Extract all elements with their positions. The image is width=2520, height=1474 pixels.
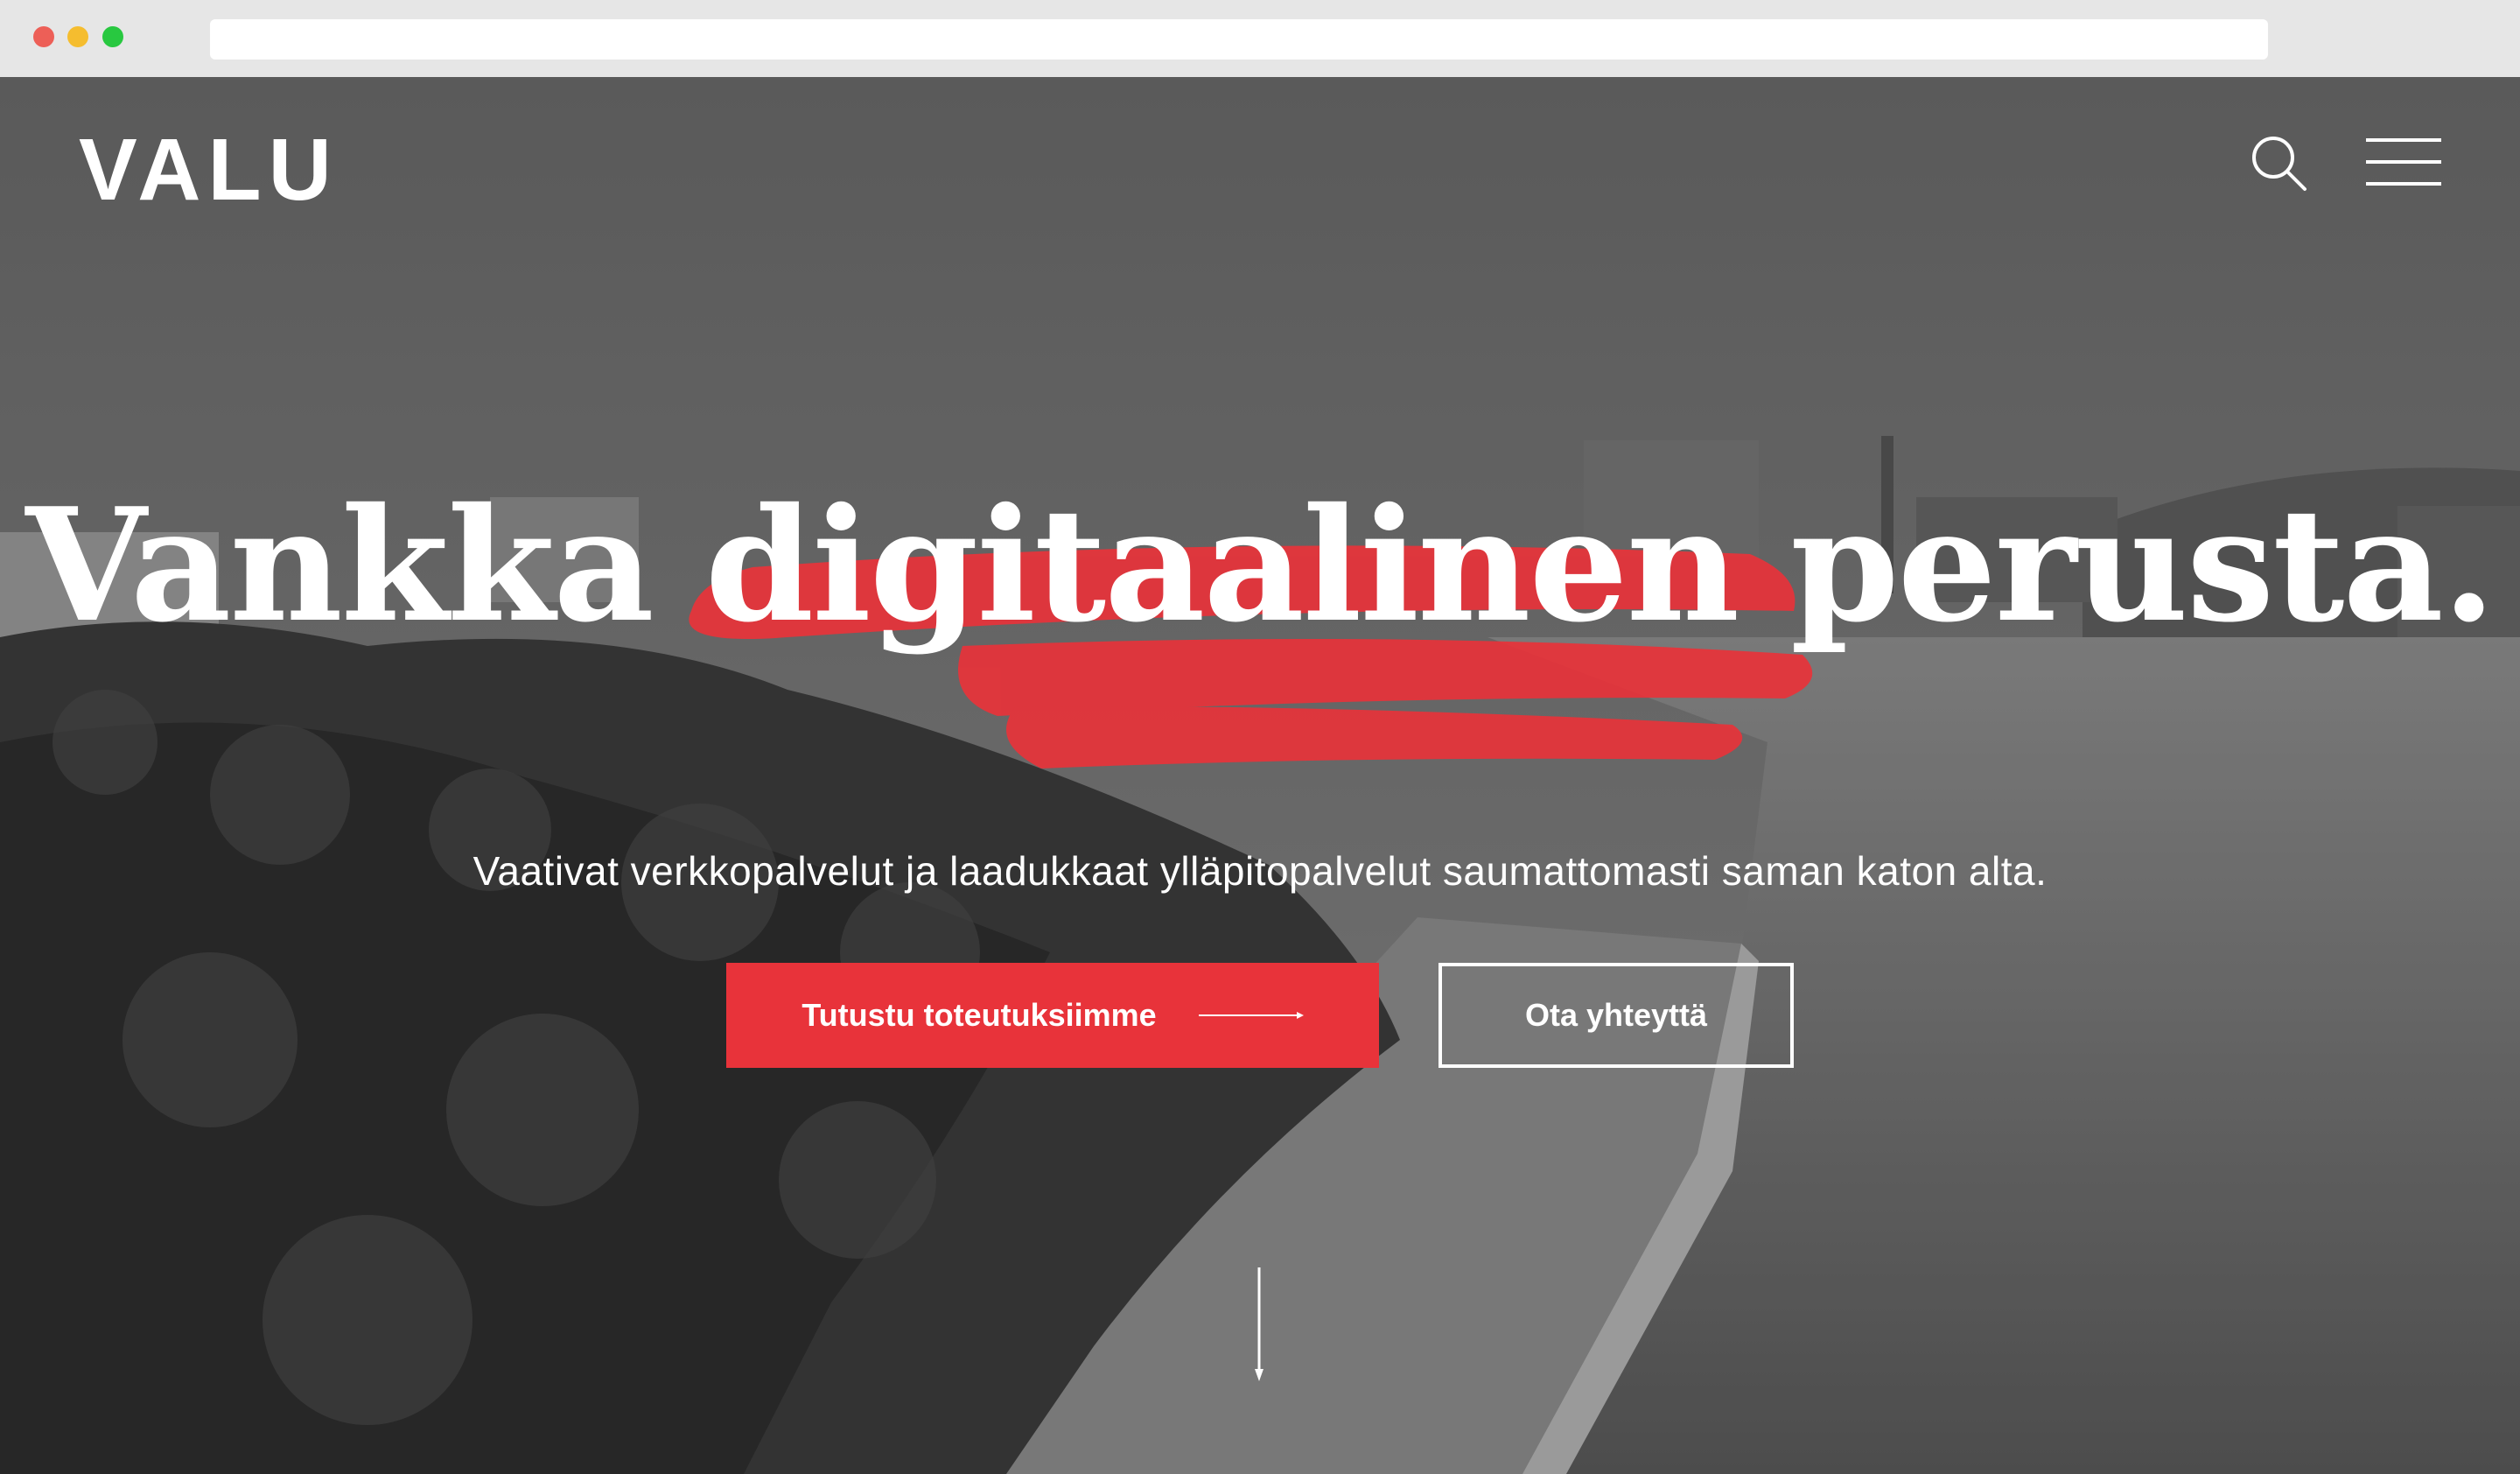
hero-headline: Vankka digitaalinen perusta. xyxy=(25,474,2496,656)
scroll-down-button[interactable] xyxy=(1246,1267,1272,1381)
arrow-down-icon xyxy=(1255,1267,1264,1381)
hamburger-menu-icon-bar xyxy=(2366,182,2441,186)
explore-work-button[interactable]: Tutustu toteutuksiimme xyxy=(726,963,1379,1068)
site-logo[interactable]: VALU xyxy=(79,126,339,214)
hamburger-menu-icon-bar xyxy=(2366,160,2441,164)
search-button[interactable] xyxy=(2249,133,2308,193)
search-icon xyxy=(2252,137,2306,191)
hero-section: VALU Vankka digitaalinen perusta. Vaativ… xyxy=(0,77,2520,1474)
hero-background-image xyxy=(0,77,2520,1474)
window-minimize-button[interactable] xyxy=(67,26,88,47)
browser-chrome xyxy=(0,0,2520,78)
hamburger-menu-icon xyxy=(2366,138,2441,142)
arrow-right-icon xyxy=(1198,1012,1304,1019)
hero-subheadline: Vaativat verkkopalvelut ja laadukkaat yl… xyxy=(472,848,2048,894)
explore-work-button-label: Tutustu toteutuksiimme xyxy=(802,997,1157,1033)
contact-button[interactable]: Ota yhteyttä xyxy=(1438,963,1794,1068)
hamburger-menu-button[interactable] xyxy=(2366,138,2441,186)
window-close-button[interactable] xyxy=(33,26,54,47)
address-bar[interactable] xyxy=(210,19,2268,60)
window-maximize-button[interactable] xyxy=(102,26,123,47)
